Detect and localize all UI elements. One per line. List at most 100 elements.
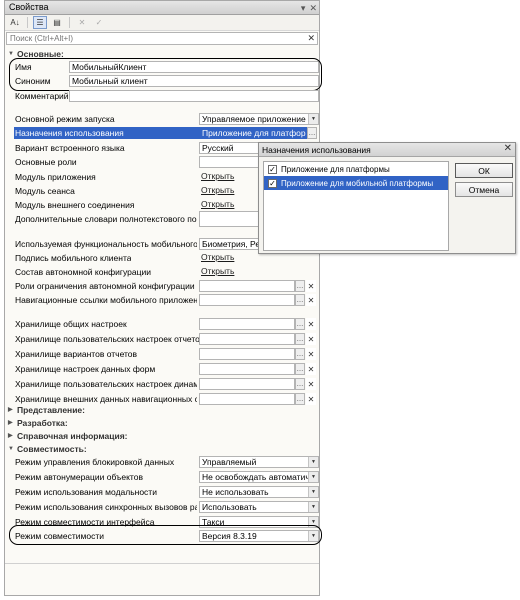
usage-label: Назначения использования <box>14 127 199 139</box>
storage-nav-external-field[interactable] <box>199 393 295 405</box>
nav-links-field[interactable] <box>199 294 295 306</box>
clear-icon[interactable]: ✕ <box>306 363 316 375</box>
pin-icon[interactable]: ▾ <box>301 3 306 14</box>
modality-value: Не использовать <box>202 487 269 497</box>
expand-triangle-icon: ▶ <box>8 407 13 413</box>
list-item[interactable]: ✓ Приложение для платформы <box>264 162 448 176</box>
list-item[interactable]: ✓ Приложение для мобильной платформы <box>264 176 448 190</box>
search-input[interactable] <box>7 33 297 44</box>
mobile-functionality-field[interactable]: Биометрия, Рез <box>199 238 267 250</box>
properties-panel: Свойства ▾ ✕ A↓ ☰ ▤ ✕ ✓ ✕ ▼ Основные: Им… <box>4 0 322 596</box>
clear-icon[interactable]: ✕ <box>306 294 316 306</box>
close-icon[interactable]: ✕ <box>504 143 512 154</box>
chevron-down-icon[interactable]: ▼ <box>308 487 318 497</box>
mobile-sign-open-link[interactable]: Открыть <box>199 252 239 264</box>
roles-field[interactable] <box>199 156 267 168</box>
storage-report-variants-field[interactable] <box>199 348 295 360</box>
nav-links-label: Навигационные ссылки мобильного приложен… <box>15 295 197 305</box>
usage-list: ✓ Приложение для платформы ✓ Приложение … <box>263 161 449 251</box>
ellipsis-button[interactable]: … <box>295 393 305 405</box>
clear-icon[interactable]: ✕ <box>306 378 316 390</box>
launch-mode-label: Основной режим запуска <box>15 114 115 124</box>
section-reference[interactable]: ▶ Справочная информация: <box>8 430 128 441</box>
clear-icon[interactable]: ✕ <box>306 318 316 330</box>
storage-dynamic-user-field[interactable] <box>199 378 295 390</box>
dictionaries-field[interactable] <box>199 211 267 227</box>
usage-dialog: Назначения использования ✕ ✓ Приложение … <box>258 142 516 254</box>
ellipsis-button[interactable]: … <box>307 127 317 139</box>
section-presentation-label: Представление: <box>17 404 85 415</box>
language-select[interactable]: Русский <box>199 142 267 154</box>
ext-conn-module-open-link[interactable]: Открыть <box>199 199 239 211</box>
autonum-select[interactable]: Не освобождать автоматиче ▼ <box>199 471 319 483</box>
clear-icon[interactable]: ✕ <box>306 393 316 405</box>
storage-common-field[interactable] <box>199 318 295 330</box>
checkbox-checked-icon[interactable]: ✓ <box>268 178 277 188</box>
storage-form-data-field[interactable] <box>199 363 295 375</box>
lock-mode-select[interactable]: Управляемый ▼ <box>199 456 319 468</box>
clear-icon[interactable]: ✕ <box>306 280 316 292</box>
cancel-edit-icon[interactable]: ✕ <box>75 16 89 29</box>
ok-button[interactable]: ОК <box>455 163 513 178</box>
clear-icon[interactable]: ✕ <box>306 348 316 360</box>
toolbar-separator <box>69 17 70 28</box>
section-development[interactable]: ▶ Разработка: <box>8 417 68 428</box>
ellipsis-button[interactable]: … <box>295 378 305 390</box>
ext-conn-module-label: Модуль внешнего соединения <box>15 200 135 210</box>
section-presentation[interactable]: ▶ Представление: <box>8 404 85 415</box>
launch-mode-select[interactable]: Управляемое приложение ▼ <box>199 113 319 125</box>
section-compatibility-label: Совместимость: <box>17 443 87 454</box>
autonum-label: Режим автонумерации объектов <box>15 472 143 482</box>
chevron-down-icon[interactable]: ▼ <box>308 472 318 482</box>
offline-config-label: Состав автономной конфигурации <box>15 267 151 277</box>
storage-common-label: Хранилище общих настроек <box>15 319 127 329</box>
filter-icon[interactable]: ▤ <box>50 16 64 29</box>
modality-select[interactable]: Не использовать ▼ <box>199 486 319 498</box>
chevron-down-icon[interactable]: ▼ <box>308 457 318 467</box>
check-icon[interactable]: ✓ <box>92 16 106 29</box>
highlight-oval-name-synonym <box>9 58 322 91</box>
lock-mode-label: Режим управления блокировкой данных <box>15 457 175 467</box>
sort-az-icon[interactable]: A↓ <box>8 16 22 29</box>
comment-field[interactable] <box>69 90 319 102</box>
search-field[interactable]: ✕ <box>6 32 318 45</box>
storage-report-user-field[interactable] <box>199 333 295 345</box>
section-compatibility[interactable]: ▼ Совместимость: <box>8 443 87 454</box>
categorize-icon[interactable]: ☰ <box>33 16 47 29</box>
ellipsis-button[interactable]: … <box>295 333 305 345</box>
checkbox-checked-icon[interactable]: ✓ <box>268 164 277 174</box>
mobile-functionality-label: Используемая функциональность мобильного… <box>15 239 197 249</box>
ellipsis-button[interactable]: … <box>295 348 305 360</box>
ellipsis-button[interactable]: … <box>295 363 305 375</box>
clear-search-icon[interactable]: ✕ <box>307 33 315 44</box>
app-module-label: Модуль приложения <box>15 172 96 182</box>
mobile-sign-label: Подпись мобильного клиента <box>15 253 132 263</box>
highlight-oval-compat-mode <box>9 525 322 545</box>
roles-label: Основные роли <box>15 157 77 167</box>
clear-icon[interactable]: ✕ <box>306 333 316 345</box>
sync-calls-select[interactable]: Использовать ▼ <box>199 501 319 513</box>
collapse-triangle-icon: ▼ <box>8 445 14 452</box>
expand-triangle-icon: ▶ <box>8 420 13 426</box>
close-icon[interactable]: ✕ <box>309 3 317 14</box>
ellipsis-button[interactable]: … <box>295 294 305 306</box>
chevron-down-icon[interactable]: ▼ <box>308 502 318 512</box>
panel-titlebar: Свойства ▾ ✕ <box>5 1 319 15</box>
session-module-open-link[interactable]: Открыть <box>199 185 239 197</box>
ellipsis-button[interactable]: … <box>295 280 305 292</box>
chevron-down-icon[interactable]: ▼ <box>308 114 318 124</box>
panel-toolbar: A↓ ☰ ▤ ✕ ✓ <box>5 15 319 31</box>
section-reference-label: Справочная информация: <box>17 430 128 441</box>
storage-form-data-label: Хранилище настроек данных форм <box>15 364 156 374</box>
ellipsis-button[interactable]: … <box>295 318 305 330</box>
offline-roles-field[interactable] <box>199 280 295 292</box>
divider <box>5 563 319 564</box>
lock-mode-value: Управляемый <box>202 457 257 467</box>
modality-label: Режим использования модальности <box>15 487 157 497</box>
list-item-label: Приложение для мобильной платформы <box>281 178 434 188</box>
offline-config-open-link[interactable]: Открыть <box>199 266 239 278</box>
app-module-open-link[interactable]: Открыть <box>199 171 239 183</box>
usage-field[interactable]: Приложение для платформы <box>199 127 307 139</box>
storage-report-user-label: Хранилище пользовательских настроек отче… <box>15 334 205 344</box>
cancel-button[interactable]: Отмена <box>455 182 513 197</box>
